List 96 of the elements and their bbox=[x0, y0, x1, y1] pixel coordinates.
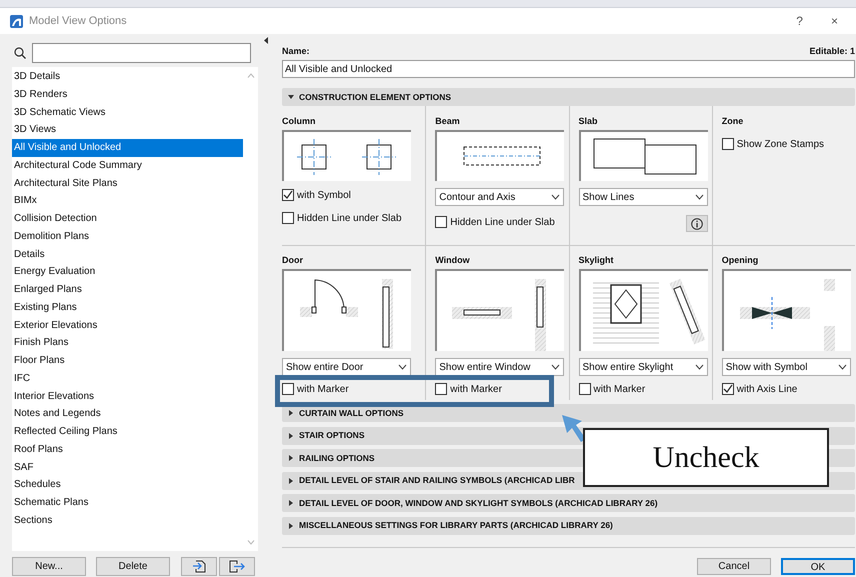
callout-tooltip: Uncheck bbox=[583, 428, 829, 487]
list-item[interactable]: Finish Plans bbox=[12, 334, 243, 352]
list-item[interactable]: 3D Views bbox=[12, 121, 243, 139]
chevron-down-icon bbox=[398, 364, 407, 370]
dialog-button[interactable]: OK bbox=[781, 558, 855, 575]
chevron-down-icon bbox=[551, 364, 560, 370]
checkbox-option[interactable]: Show Zone Stamps bbox=[722, 137, 855, 151]
panel-title: Skylight bbox=[578, 254, 615, 267]
checkbox-option[interactable]: with Marker bbox=[435, 382, 568, 396]
list-item[interactable]: Interior Elevations bbox=[12, 388, 243, 406]
list-item[interactable]: Notes and Legends bbox=[12, 405, 243, 423]
list-item[interactable]: Existing Plans bbox=[12, 298, 243, 316]
list-item[interactable]: Architectural Site Plans bbox=[12, 174, 243, 192]
checkbox-option[interactable]: with Axis Line bbox=[722, 382, 855, 396]
list-item[interactable]: Architectural Code Summary bbox=[12, 156, 243, 174]
checkbox-option[interactable]: with Marker bbox=[578, 382, 712, 396]
checkbox[interactable] bbox=[578, 383, 590, 395]
list-item[interactable]: All Visible and Unlocked bbox=[12, 139, 243, 157]
caret-right-icon bbox=[288, 478, 294, 484]
export-icon bbox=[229, 560, 245, 573]
info-icon bbox=[690, 218, 702, 230]
checkbox-option[interactable]: with Symbol bbox=[282, 188, 426, 202]
checkbox-option[interactable]: Hidden Line under Slab bbox=[282, 211, 426, 225]
search-icon bbox=[14, 47, 26, 59]
sidebar-button[interactable]: Delete bbox=[96, 557, 170, 576]
import-button[interactable] bbox=[181, 557, 217, 576]
list-item[interactable]: Schematic Plans bbox=[12, 494, 243, 512]
list-item[interactable]: SAF bbox=[12, 458, 243, 476]
dropdown[interactable]: Show Lines bbox=[578, 188, 708, 206]
checkbox[interactable] bbox=[282, 212, 294, 224]
caret-right-icon bbox=[288, 522, 294, 528]
check-icon bbox=[722, 384, 733, 394]
dropdown[interactable]: Show entire Window bbox=[435, 358, 564, 376]
list-item[interactable]: Sections bbox=[12, 512, 243, 530]
chevron-down-icon bbox=[551, 194, 560, 200]
info-button[interactable] bbox=[686, 215, 708, 232]
name-field[interactable]: All Visible and Unlocked bbox=[282, 60, 855, 78]
panel-title: Slab bbox=[578, 115, 599, 128]
list-item[interactable]: IFC bbox=[12, 370, 243, 388]
checkbox[interactable] bbox=[435, 383, 448, 395]
section-header[interactable]: CURTAIN WALL OPTIONS bbox=[282, 404, 855, 422]
dropdown[interactable]: Show entire Skylight bbox=[578, 358, 708, 376]
panel-title: Zone bbox=[722, 115, 744, 128]
caret-right-icon bbox=[288, 455, 294, 461]
list-item[interactable]: Roof Plans bbox=[12, 440, 243, 458]
dropdown[interactable]: Contour and Axis bbox=[435, 188, 564, 206]
section-header[interactable]: DETAIL LEVEL OF DOOR, WINDOW AND SKYLIGHT SYMBOLS (ARCHICAD LIBRARY 26) bbox=[282, 494, 855, 512]
dropdown[interactable]: Show with Symbol bbox=[722, 358, 851, 376]
list-item[interactable]: Reflected Ceiling Plans bbox=[12, 423, 243, 441]
checkbox[interactable] bbox=[722, 138, 734, 150]
list-item[interactable]: Enlarged Plans bbox=[12, 281, 243, 299]
editable-count: Editable: 1 bbox=[809, 45, 855, 58]
import-icon bbox=[192, 560, 206, 573]
panel-title: Beam bbox=[435, 115, 461, 128]
checkbox[interactable] bbox=[282, 383, 294, 395]
panel-title: Door bbox=[282, 254, 304, 267]
collapse-arrow-icon[interactable] bbox=[264, 37, 268, 44]
list-item[interactable]: Details bbox=[12, 246, 243, 264]
export-button[interactable] bbox=[219, 557, 255, 576]
section-header[interactable]: CONSTRUCTION ELEMENT OPTIONS bbox=[282, 88, 855, 106]
list-item[interactable]: Floor Plans bbox=[12, 352, 243, 370]
app-logo-icon bbox=[10, 14, 23, 28]
checkbox-option[interactable]: Hidden Line under Slab bbox=[435, 215, 568, 229]
list-item[interactable]: BIMx bbox=[12, 192, 243, 210]
caret-right-icon bbox=[288, 500, 294, 506]
panel-title: Column bbox=[282, 115, 316, 128]
caret-right-icon bbox=[288, 432, 294, 438]
chevron-down-icon bbox=[694, 364, 704, 370]
dialog-button[interactable]: Cancel bbox=[697, 558, 771, 575]
checkbox[interactable] bbox=[282, 189, 294, 201]
search-field[interactable] bbox=[32, 43, 251, 63]
name-label: Name: bbox=[282, 45, 310, 58]
list-item[interactable]: Exterior Elevations bbox=[12, 316, 243, 334]
title-bar-button[interactable]: × bbox=[826, 12, 842, 30]
panel-title: Window bbox=[435, 254, 471, 267]
list-item[interactable]: Energy Evaluation bbox=[12, 263, 243, 281]
sidebar-button[interactable]: New... bbox=[12, 557, 86, 576]
checkbox[interactable] bbox=[722, 383, 734, 395]
section-header[interactable]: MISCELLANEOUS SETTINGS FOR LIBRARY PARTS (ARCHICAD LIBRARY 26) bbox=[282, 516, 855, 534]
list-item[interactable]: Demolition Plans bbox=[12, 228, 243, 246]
list-item[interactable]: 3D Details bbox=[12, 68, 243, 86]
window-title: Model View Options bbox=[29, 14, 127, 29]
list-item[interactable]: 3D Renders bbox=[12, 86, 243, 104]
list-item[interactable]: Schedules bbox=[12, 476, 243, 494]
checkbox[interactable] bbox=[435, 216, 448, 228]
caret-right-icon bbox=[288, 410, 294, 416]
chevron-down-icon bbox=[838, 364, 847, 370]
checkbox-option[interactable]: with Marker bbox=[282, 382, 426, 396]
caret-down-icon bbox=[288, 94, 294, 100]
dropdown[interactable]: Show entire Door bbox=[282, 358, 411, 376]
chevron-down-icon bbox=[694, 194, 704, 200]
list-item[interactable]: Collision Detection bbox=[12, 210, 243, 228]
panel-title: Opening bbox=[722, 254, 760, 267]
list-item[interactable]: 3D Schematic Views bbox=[12, 104, 243, 122]
check-icon bbox=[283, 190, 293, 200]
title-bar-button[interactable]: ? bbox=[792, 12, 807, 30]
